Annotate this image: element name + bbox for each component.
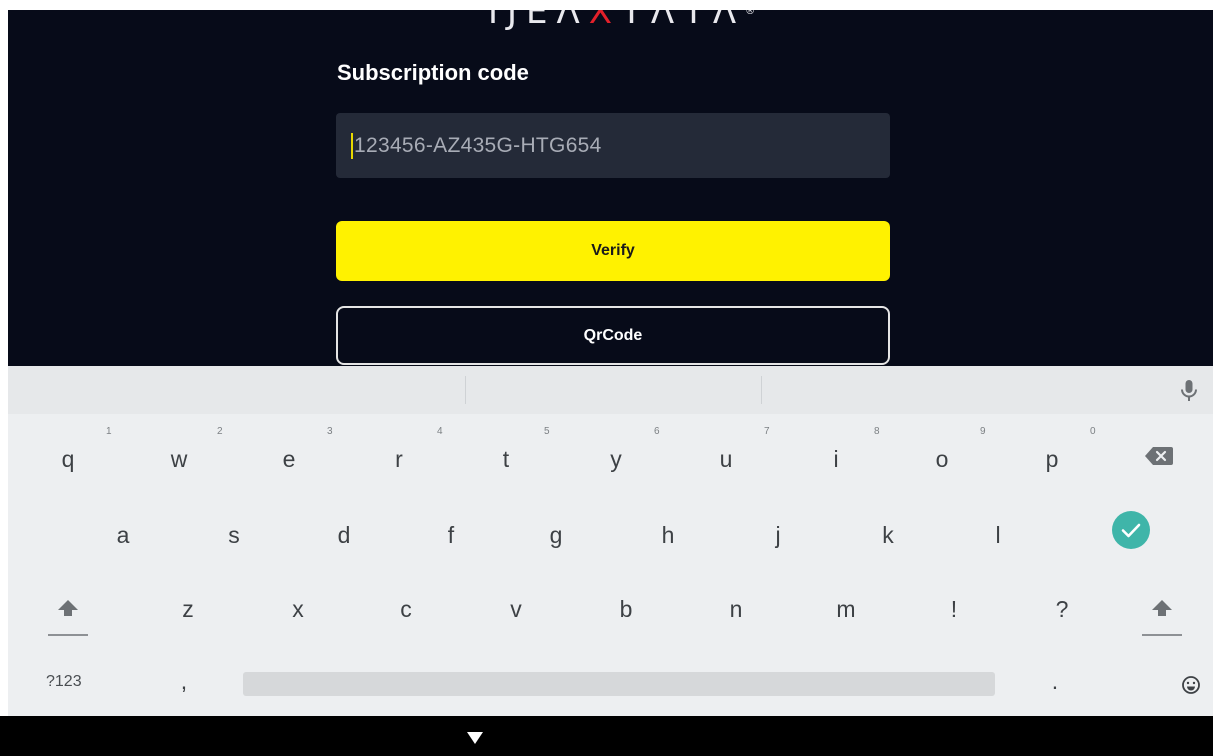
nav-down-icon[interactable] <box>467 732 483 744</box>
backspace-icon[interactable] <box>1144 445 1174 467</box>
emoji-icon[interactable] <box>1181 675 1201 695</box>
key-q[interactable]: q <box>53 444 83 474</box>
key-exclaim[interactable]: ! <box>939 594 969 624</box>
qrcode-button[interactable]: QrCode <box>336 306 890 365</box>
key-hint: 1 <box>106 426 112 437</box>
key-e[interactable]: e <box>274 444 304 474</box>
app-screen: ΙJEΛXΤΛΤΛ® Subscription code 123456-AZ43… <box>8 10 1213 366</box>
key-w[interactable]: w <box>164 444 194 474</box>
key-i[interactable]: i <box>821 444 851 474</box>
shift-icon[interactable] <box>1150 598 1174 618</box>
suggestion-strip <box>8 366 1213 414</box>
key-hint: 8 <box>874 426 880 437</box>
key-j[interactable]: j <box>763 520 793 550</box>
key-hint: 6 <box>654 426 660 437</box>
key-question[interactable]: ? <box>1047 594 1077 624</box>
symbols-key[interactable]: ?123 <box>46 673 82 691</box>
key-p[interactable]: p <box>1037 444 1067 474</box>
suggestion-divider <box>761 376 762 404</box>
shift-icon[interactable] <box>56 598 80 618</box>
key-k[interactable]: k <box>873 520 903 550</box>
key-m[interactable]: m <box>831 594 861 624</box>
key-g[interactable]: g <box>541 520 571 550</box>
enter-check-icon <box>1121 523 1141 538</box>
key-o[interactable]: o <box>927 444 957 474</box>
logo-registered: ® <box>745 10 756 17</box>
suggestion-divider <box>465 376 466 404</box>
comma-key[interactable]: , <box>174 666 194 696</box>
brand-logo: ΙJEΛXΤΛΤΛ® <box>488 10 768 29</box>
subscription-code-label: Subscription code <box>337 60 529 85</box>
key-hint: 7 <box>764 426 770 437</box>
subscription-code-value: 123456-AZ435G-HTG654 <box>354 133 602 157</box>
subscription-code-input[interactable]: 123456-AZ435G-HTG654 <box>336 113 890 178</box>
soft-keyboard: q 1 w 2 e 3 r 4 t 5 y 6 u 7 i 8 o 9 p 0 a s d f g h j k l z x c v b n m!? ?… <box>8 366 1213 716</box>
shift-underline <box>1142 634 1182 636</box>
system-nav-bar <box>0 716 1213 756</box>
key-hint: 3 <box>327 426 333 437</box>
key-d[interactable]: d <box>329 520 359 550</box>
key-u[interactable]: u <box>711 444 741 474</box>
mic-icon[interactable] <box>1178 378 1200 404</box>
logo-mark: X <box>588 10 622 32</box>
key-x[interactable]: x <box>283 594 313 624</box>
logo-left: ΙJEΛ <box>488 10 589 32</box>
enter-key[interactable] <box>1112 511 1150 549</box>
shift-underline <box>48 634 88 636</box>
text-caret <box>351 132 353 159</box>
key-r[interactable]: r <box>384 444 414 474</box>
key-t[interactable]: t <box>491 444 521 474</box>
key-hint: 4 <box>437 426 443 437</box>
key-a[interactable]: a <box>108 520 138 550</box>
key-y[interactable]: y <box>601 444 631 474</box>
key-h[interactable]: h <box>653 520 683 550</box>
key-hint: 2 <box>217 426 223 437</box>
key-hint: 5 <box>544 426 550 437</box>
key-f[interactable]: f <box>436 520 466 550</box>
key-z[interactable]: z <box>173 594 203 624</box>
key-s[interactable]: s <box>219 520 249 550</box>
key-n[interactable]: n <box>721 594 751 624</box>
space-bar[interactable] <box>243 672 995 696</box>
key-c[interactable]: c <box>391 594 421 624</box>
period-key[interactable]: . <box>1045 666 1065 696</box>
key-v[interactable]: v <box>501 594 531 624</box>
key-hint: 9 <box>980 426 986 437</box>
key-l[interactable]: l <box>983 520 1013 550</box>
verify-button[interactable]: Verify <box>336 221 890 281</box>
key-b[interactable]: b <box>611 594 641 624</box>
key-hint: 0 <box>1090 426 1096 437</box>
logo-right: ΤΛΤΛ <box>621 10 746 32</box>
